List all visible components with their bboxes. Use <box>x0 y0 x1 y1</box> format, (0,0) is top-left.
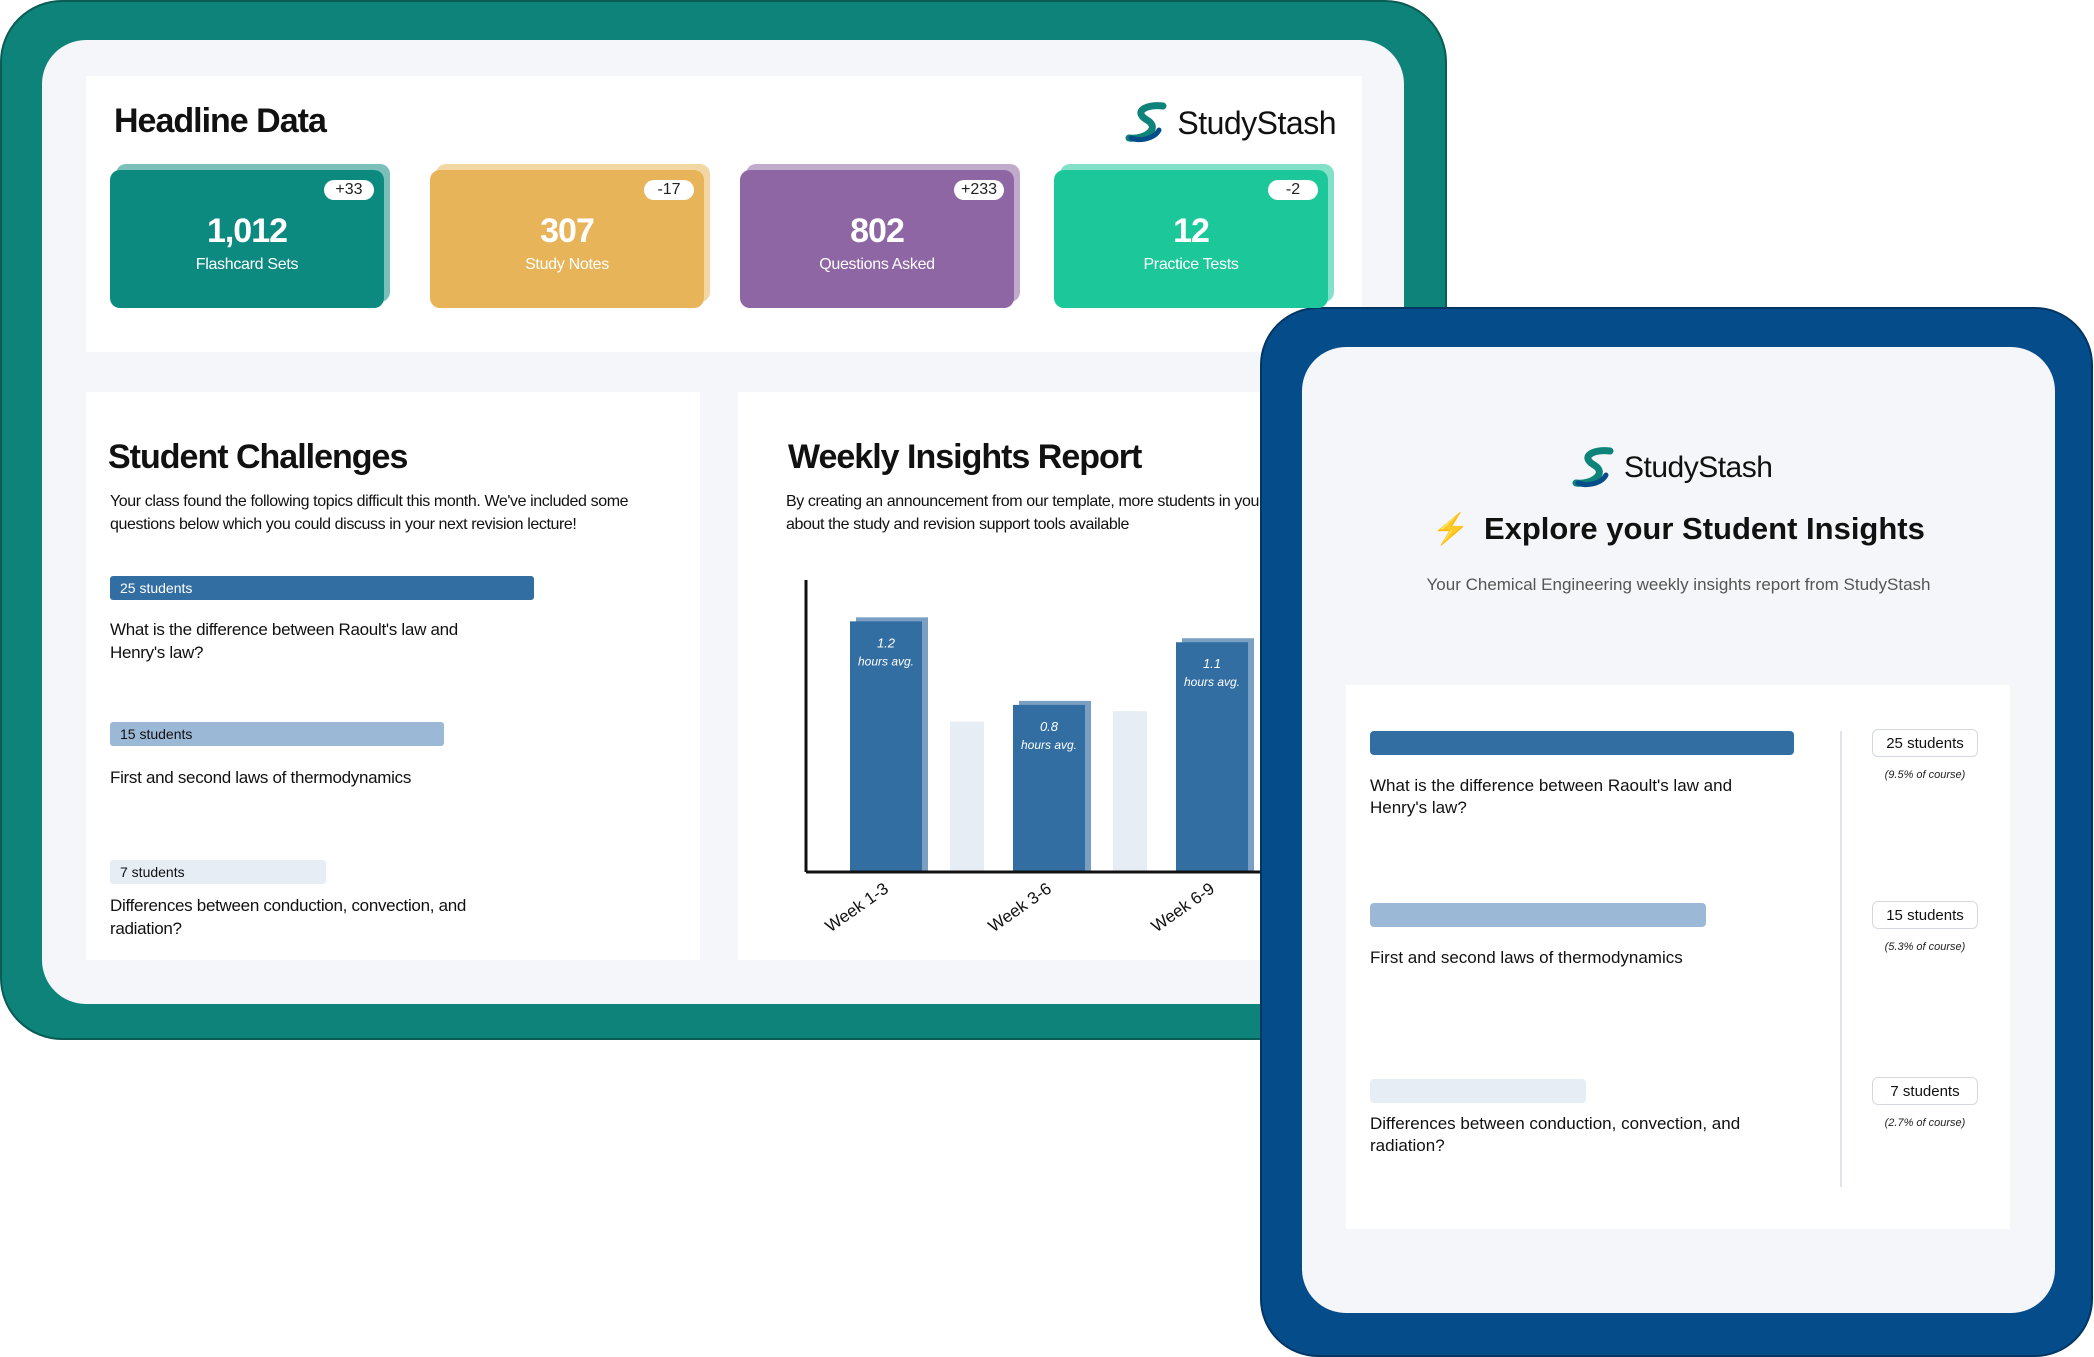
insights-list-card: What is the difference between Raoult's … <box>1346 685 2010 1229</box>
x-tick-label: Week 6-9 <box>1148 879 1218 936</box>
student-insights-tablet: StudyStash ⚡ Explore your Student Insigh… <box>1260 307 2093 1357</box>
bar-data-label: 0.8 <box>1040 719 1059 734</box>
insight-count-badge-3: 7 students <box>1872 1077 1978 1105</box>
bar-data-label: 1.2 <box>877 635 896 650</box>
insights-subtitle: Your Chemical Engineering weekly insight… <box>1426 575 1931 594</box>
stat-delta-badge: +233 <box>954 180 1004 200</box>
insights-title: Explore your Student Insights <box>1483 511 1925 546</box>
stat-delta-badge: -2 <box>1268 180 1318 200</box>
studystash-logo: StudyStash <box>1572 447 1773 489</box>
challenge-question-3: Differences between conduction, convecti… <box>110 896 467 938</box>
bar-comparison-2 <box>1113 711 1147 872</box>
studystash-logo: StudyStash <box>1125 102 1336 144</box>
stat-delta-badge: +33 <box>324 180 374 200</box>
studystash-logo-text: StudyStash <box>1177 104 1336 141</box>
stat-value: 802 <box>850 212 905 250</box>
insight-percent-2: (5.3% of course) <box>1884 941 1966 953</box>
insights-screen: StudyStash ⚡ Explore your Student Insigh… <box>1302 347 2055 1313</box>
stat-delta-badge: -17 <box>644 180 694 200</box>
bar-data-label-unit: hours avg. <box>858 654 914 668</box>
headline-card: Headline Data StudyStash +33 1,012 Flash… <box>86 76 1362 352</box>
stat-questions-asked: +233 802 Questions Asked <box>740 164 1020 308</box>
insight-count-badge-2: 15 students <box>1872 901 1978 929</box>
stat-value: 307 <box>540 212 595 250</box>
insight-bar-1 <box>1370 731 1794 755</box>
insight-question-1: What is the difference between Raoult's … <box>1370 776 1733 817</box>
insight-question-3: Differences between conduction, convecti… <box>1370 1114 1741 1155</box>
challenge-bar-3: 7 students <box>110 860 326 884</box>
studystash-logo-icon <box>1572 447 1614 488</box>
stat-label: Practice Tests <box>1143 256 1239 273</box>
insights-heading: ⚡ Explore your Student Insights <box>1302 511 2055 547</box>
stat-practice-tests: -2 12 Practice Tests <box>1054 164 1334 308</box>
headline-title: Headline Data <box>114 102 327 140</box>
stat-value: 12 <box>1173 212 1210 250</box>
lightning-icon: ⚡ <box>1432 513 1470 546</box>
teacher-dashboard-tablet: Headline Data StudyStash +33 1,012 Flash… <box>0 0 1447 1040</box>
studystash-logo-icon <box>1125 102 1167 143</box>
bar-data-label: 1.1 <box>1203 656 1221 671</box>
challenges-intro: Your class found the following topics di… <box>110 493 629 533</box>
stat-study-notes: -17 307 Study Notes <box>430 164 710 308</box>
insight-question-2: First and second laws of thermodynamics <box>1370 948 1683 967</box>
studystash-logo-text: StudyStash <box>1624 451 1773 484</box>
stat-label: Questions Asked <box>819 256 935 273</box>
challenge-question-2: First and second laws of thermodynamics <box>110 768 412 787</box>
x-tick-label: Week 1-3 <box>822 879 892 936</box>
insight-bar-2 <box>1370 903 1706 927</box>
bar-comparison-1 <box>950 721 984 872</box>
weekly-title: Weekly Insights Report <box>788 438 1142 476</box>
insight-percent-1: (9.5% of course) <box>1884 769 1966 781</box>
challenge-question-1: What is the difference between Raoult's … <box>110 620 458 662</box>
challenge-bar-2: 15 students <box>110 722 444 746</box>
insight-percent-3: (2.7% of course) <box>1884 1117 1966 1129</box>
dashboard-screen: Headline Data StudyStash +33 1,012 Flash… <box>42 40 1404 1004</box>
challenge-bar-1: 25 students <box>110 576 534 600</box>
stat-label: Study Notes <box>525 256 609 273</box>
challenges-title: Student Challenges <box>108 438 408 476</box>
weekly-hours-chart: 1.2 hours avg. Week 1-3 0.8 hours avg. Week 3… <box>804 580 1338 936</box>
insight-count-badge-1: 25 students <box>1872 729 1978 757</box>
bar-data-label-unit: hours avg. <box>1184 675 1240 689</box>
insight-bar-3 <box>1370 1079 1586 1103</box>
x-tick-label: Week 3-6 <box>985 879 1055 936</box>
bar-data-label-unit: hours avg. <box>1021 738 1077 752</box>
stat-flashcard-sets: +33 1,012 Flashcard Sets <box>110 164 390 308</box>
insights-divider <box>1840 731 1842 1187</box>
student-challenges-card: Student Challenges Your class found the … <box>86 392 700 960</box>
stat-value: 1,012 <box>206 212 288 250</box>
stat-label: Flashcard Sets <box>195 256 299 273</box>
